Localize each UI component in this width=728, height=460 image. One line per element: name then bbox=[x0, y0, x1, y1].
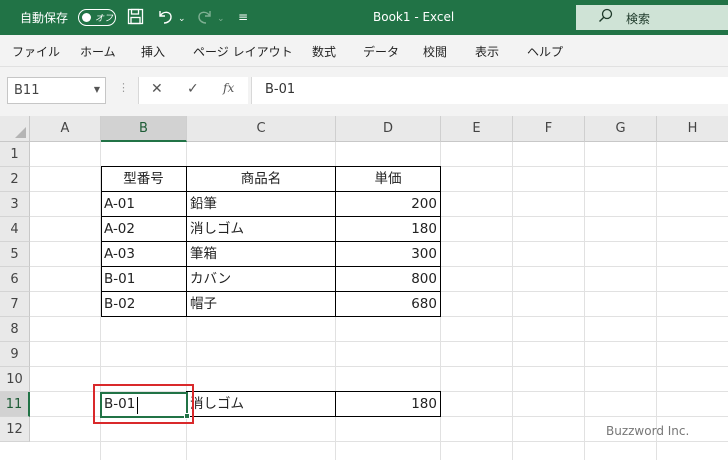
search-placeholder: 検索 bbox=[626, 12, 651, 26]
tab-file[interactable]: ファイル bbox=[12, 43, 60, 60]
table-cell[interactable]: 800 bbox=[336, 267, 440, 292]
table-cell[interactable]: 筆箱 bbox=[187, 242, 335, 267]
watermark: Buzzword Inc. bbox=[606, 424, 690, 438]
splitter-dots-icon[interactable]: ⋮ bbox=[118, 81, 129, 94]
name-box-value: B11 bbox=[14, 83, 40, 98]
column-header-d[interactable]: D bbox=[336, 116, 441, 142]
table-header-cell[interactable]: 単価 bbox=[336, 167, 440, 192]
title-bar: 自動保存 オフ ⌄ ⌄ ≡ Book1 - Excel 検索 bbox=[0, 0, 728, 35]
tab-view[interactable]: 表示 bbox=[475, 43, 499, 60]
row-header-7[interactable]: 7 bbox=[0, 292, 30, 317]
lookup-price-cell[interactable]: 180 bbox=[336, 392, 440, 417]
lookup-name-cell[interactable]: 消しゴム bbox=[187, 392, 335, 417]
tab-insert[interactable]: 挿入 bbox=[141, 43, 165, 60]
document-title: Book1 - Excel bbox=[373, 10, 455, 24]
select-all-triangle-icon bbox=[15, 127, 26, 138]
table-cell[interactable]: B-02 bbox=[101, 292, 186, 317]
undo-icon[interactable] bbox=[156, 8, 174, 29]
search-box[interactable]: 検索 bbox=[576, 5, 728, 30]
column-header-c[interactable]: C bbox=[187, 116, 336, 142]
table-cell[interactable]: 180 bbox=[336, 217, 440, 242]
search-icon bbox=[598, 8, 613, 27]
gridline bbox=[656, 142, 657, 460]
tab-page-layout[interactable]: ページ レイアウト bbox=[193, 43, 293, 60]
table-border bbox=[440, 166, 441, 317]
toggle-knob bbox=[82, 13, 91, 22]
annotation-highlight-box bbox=[93, 384, 194, 424]
enter-icon[interactable]: ✓ bbox=[187, 81, 199, 97]
table-cell[interactable]: A-01 bbox=[101, 192, 186, 217]
autosave-toggle[interactable]: オフ bbox=[78, 9, 116, 26]
formula-value: B-01 bbox=[265, 82, 296, 97]
save-icon[interactable] bbox=[127, 8, 144, 29]
column-header-e[interactable]: E bbox=[441, 116, 513, 142]
table-cell[interactable]: A-03 bbox=[101, 242, 186, 267]
column-header-h[interactable]: H bbox=[657, 116, 728, 142]
row-header-10[interactable]: 10 bbox=[0, 367, 30, 392]
table-cell[interactable]: 680 bbox=[336, 292, 440, 317]
table-cell[interactable]: B-01 bbox=[101, 267, 186, 292]
formula-input[interactable]: B-01 bbox=[251, 77, 728, 104]
row-header-4[interactable]: 4 bbox=[0, 217, 30, 242]
tab-formulas[interactable]: 数式 bbox=[312, 43, 336, 60]
gridline bbox=[30, 441, 728, 442]
tab-review[interactable]: 校閲 bbox=[423, 43, 447, 60]
tab-help[interactable]: ヘルプ bbox=[527, 43, 563, 60]
gridline bbox=[30, 341, 728, 342]
column-header-b[interactable]: B bbox=[101, 116, 187, 142]
select-all-button[interactable] bbox=[0, 116, 30, 142]
chevron-down-icon[interactable]: ▼ bbox=[94, 85, 100, 94]
column-header-f[interactable]: F bbox=[513, 116, 585, 142]
row-header-1[interactable]: 1 bbox=[0, 142, 30, 167]
table-cell[interactable]: A-02 bbox=[101, 217, 186, 242]
formula-bar: B11 ▼ ⋮ ✕ ✓ fx B-01 bbox=[0, 67, 728, 116]
lookup-border bbox=[440, 391, 441, 417]
autosave-state: オフ bbox=[95, 14, 114, 24]
row-header-5[interactable]: 5 bbox=[0, 242, 30, 267]
tab-home[interactable]: ホーム bbox=[80, 43, 116, 60]
row-header-8[interactable]: 8 bbox=[0, 317, 30, 342]
row-header-12[interactable]: 12 bbox=[0, 417, 30, 442]
worksheet-grid[interactable]: A B C D E F G H 1 2 3 4 5 6 7 8 9 10 11 … bbox=[0, 116, 728, 460]
cancel-icon[interactable]: ✕ bbox=[151, 81, 163, 97]
insert-function-icon[interactable]: fx bbox=[223, 81, 234, 95]
undo-dropdown-icon[interactable]: ⌄ bbox=[178, 10, 186, 28]
redo-dropdown-icon: ⌄ bbox=[217, 14, 225, 24]
table-cell[interactable]: 200 bbox=[336, 192, 440, 217]
gridline bbox=[30, 366, 728, 367]
column-header-a[interactable]: A bbox=[30, 116, 101, 142]
formula-actions: ✕ ✓ fx bbox=[138, 77, 248, 104]
name-box[interactable]: B11 ▼ bbox=[7, 77, 106, 104]
row-header-9[interactable]: 9 bbox=[0, 342, 30, 367]
table-cell[interactable]: 消しゴム bbox=[187, 217, 335, 242]
table-cell[interactable]: カバン bbox=[187, 267, 335, 292]
column-header-g[interactable]: G bbox=[585, 116, 657, 142]
table-cell[interactable]: 300 bbox=[336, 242, 440, 267]
customize-quick-access-icon[interactable]: ≡ bbox=[238, 8, 248, 26]
table-cell[interactable]: 鉛筆 bbox=[187, 192, 335, 217]
table-header-cell[interactable]: 型番号 bbox=[101, 167, 186, 192]
row-header-3[interactable]: 3 bbox=[0, 192, 30, 217]
ribbon-tabs: ファイル ホーム 挿入 ページ レイアウト 数式 データ 校閲 表示 ヘルプ bbox=[0, 35, 728, 67]
table-cell[interactable]: 帽子 bbox=[187, 292, 335, 317]
redo-icon bbox=[196, 8, 214, 29]
gridline bbox=[512, 142, 513, 460]
table-header-cell[interactable]: 商品名 bbox=[187, 167, 335, 192]
autosave-label: 自動保存 bbox=[20, 11, 69, 25]
row-header-11[interactable]: 11 bbox=[0, 392, 30, 417]
tab-data[interactable]: データ bbox=[363, 43, 399, 60]
row-header-2[interactable]: 2 bbox=[0, 167, 30, 192]
row-header-6[interactable]: 6 bbox=[0, 267, 30, 292]
gridline bbox=[584, 142, 585, 460]
